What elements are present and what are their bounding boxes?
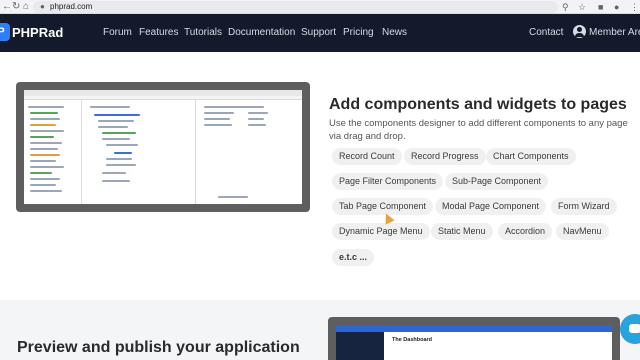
site-navbar: P PHPRad Forum Features Tutorials Docume…	[0, 14, 640, 52]
home-icon[interactable]: ⌂	[23, 1, 29, 13]
chip-sub-page[interactable]: Sub-Page Component	[445, 173, 549, 190]
chip-page-filter[interactable]: Page Filter Components	[332, 173, 444, 190]
site-logo[interactable]: PHPRad	[12, 25, 63, 41]
url-text[interactable]: phprad.com	[50, 1, 92, 13]
nav-news[interactable]: News	[382, 26, 407, 40]
designer-tree-panel	[24, 100, 82, 204]
dashboard-sidebar	[336, 332, 384, 360]
nav-documentation[interactable]: Documentation	[228, 26, 295, 40]
dashboard-screenshot: The Dashboard	[328, 317, 620, 360]
dashboard-screenshot-content: The Dashboard	[336, 325, 612, 360]
nav-tutorials[interactable]: Tutorials	[184, 26, 222, 40]
nav-forum[interactable]: Forum	[103, 26, 132, 40]
chip-form-wizard[interactable]: Form Wizard	[551, 198, 617, 215]
logo-icon[interactable]: P	[0, 23, 10, 41]
nav-contact[interactable]: Contact	[529, 26, 563, 40]
back-icon[interactable]: ←	[2, 1, 12, 13]
address-bar[interactable]	[33, 1, 558, 13]
chip-navmenu[interactable]: NavMenu	[556, 223, 609, 240]
star-icon[interactable]: ☆	[578, 1, 586, 13]
menu-icon[interactable]: ⋮	[630, 1, 639, 13]
chip-accordion[interactable]: Accordion	[498, 223, 553, 240]
dashboard-topbar	[336, 325, 612, 332]
designer-properties-panel	[198, 100, 302, 204]
section-description: Use the components designer to add diffe…	[329, 118, 628, 142]
chip-chart-components[interactable]: Chart Components	[486, 148, 576, 165]
chip-etc: e.t.c ...	[332, 249, 375, 266]
chip-record-count[interactable]: Record Count	[332, 148, 402, 165]
chip-record-progress[interactable]: Record Progress	[404, 148, 486, 165]
nav-support[interactable]: Support	[301, 26, 336, 40]
extension-icon[interactable]: ■	[598, 1, 603, 13]
chip-modal-page[interactable]: Modal Page Component	[435, 198, 547, 215]
section-title: Add components and widgets to pages	[329, 96, 627, 113]
designer-screenshot-content	[24, 90, 302, 204]
lock-icon: ●	[40, 2, 45, 11]
nav-features[interactable]: Features	[139, 26, 178, 40]
user-icon[interactable]	[573, 25, 586, 38]
key-icon[interactable]: ⚲	[562, 1, 569, 13]
preview-title: Preview and publish your application	[17, 339, 300, 356]
dashboard-heading: The Dashboard	[392, 337, 433, 343]
reload-icon[interactable]: ↻	[12, 1, 20, 13]
nav-pricing[interactable]: Pricing	[343, 26, 374, 40]
nav-member-area[interactable]: Member Area	[589, 26, 640, 40]
designer-screenshot	[16, 82, 310, 212]
chip-static-menu[interactable]: Static Menu	[431, 223, 493, 240]
designer-canvas-panel	[84, 100, 196, 204]
chip-dynamic-page-menu[interactable]: Dynamic Page Menu	[332, 223, 430, 240]
profile-icon[interactable]: ●	[614, 1, 619, 13]
chip-tab-page[interactable]: Tab Page Component	[332, 198, 434, 215]
browser-toolbar: ← ↻ ⌂ ● phprad.com ⚲ ☆ ■ ● ⋮	[0, 0, 640, 14]
